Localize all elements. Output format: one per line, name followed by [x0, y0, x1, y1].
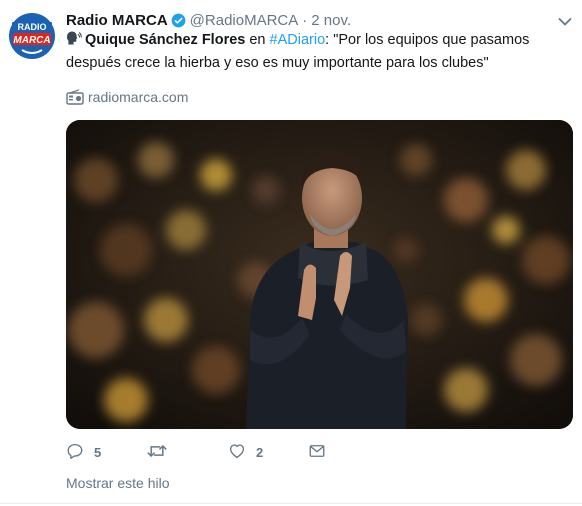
hashtag-link[interactable]: #ADiario: [270, 32, 326, 48]
tweet-photo[interactable]: [66, 120, 573, 429]
radio-icon: [66, 89, 84, 105]
text-connector: en: [245, 32, 270, 48]
link-card[interactable]: radiomarca.com: [66, 89, 188, 105]
envelope-icon: [308, 442, 326, 463]
author-name[interactable]: Radio MARCA: [66, 12, 168, 29]
tweet-time[interactable]: 2 nov.: [311, 12, 351, 29]
verified-badge-icon: [171, 13, 186, 28]
avatar-text-marca: MARCA: [13, 35, 50, 46]
avatar[interactable]: RADIO MARCA: [8, 12, 56, 60]
retweet-icon: [147, 442, 167, 463]
tweet[interactable]: RADIO MARCA Radio MARCA @RadioMARCA · 2 …: [0, 0, 582, 506]
speaking-head-icon: [66, 30, 82, 53]
like-button[interactable]: 2: [228, 442, 263, 463]
retweet-button[interactable]: [147, 442, 177, 463]
heart-icon: [228, 442, 246, 463]
reply-button[interactable]: 5: [66, 442, 101, 463]
divider: [0, 503, 582, 504]
tweet-header: Radio MARCA @RadioMARCA · 2 nov.: [66, 10, 351, 30]
person-name: Quique Sánchez Flores: [85, 32, 246, 48]
reply-icon: [66, 442, 84, 463]
direct-message-button[interactable]: [308, 442, 326, 463]
link-domain[interactable]: radiomarca.com: [88, 89, 188, 105]
separator-dot: ·: [302, 11, 308, 29]
author-handle[interactable]: @RadioMARCA: [190, 12, 299, 29]
avatar-text-radio: RADIO: [18, 22, 47, 32]
reply-count: 5: [94, 445, 102, 460]
show-thread-link[interactable]: Mostrar este hilo: [66, 475, 169, 491]
tweet-text: Quique Sánchez Flores en #ADiario: "Por …: [66, 30, 571, 74]
tweet-actions: 5 2: [66, 442, 466, 462]
like-count: 2: [256, 445, 264, 460]
